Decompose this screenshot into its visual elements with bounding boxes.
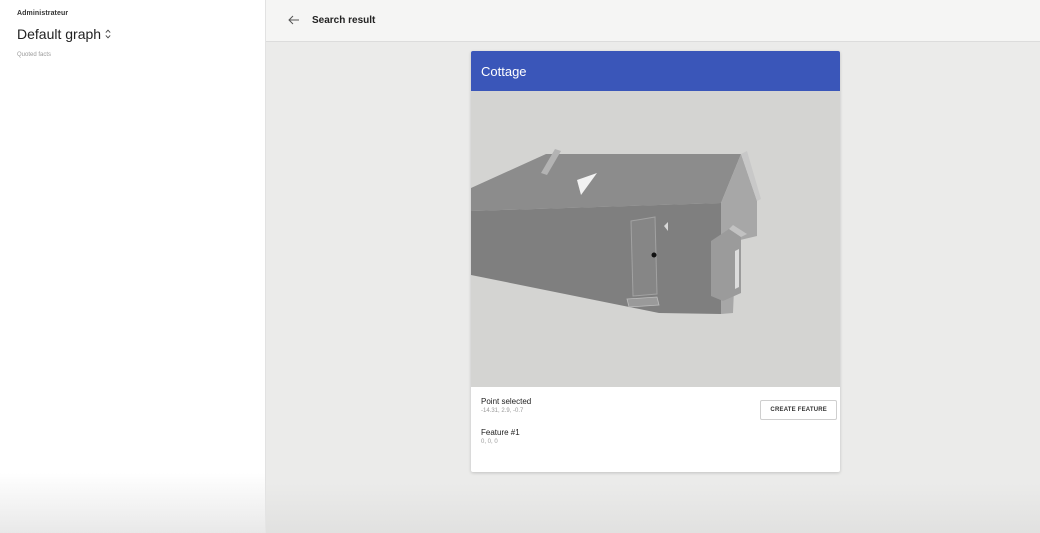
- graph-name: Default graph: [17, 26, 102, 42]
- feature-value: 0, 0, 0: [481, 439, 498, 445]
- top-bar: Search result: [266, 0, 1040, 42]
- feature-item[interactable]: Feature #1 0, 0, 0: [481, 428, 830, 445]
- feature-label: Feature #1: [481, 428, 520, 437]
- card-title: Cottage: [481, 63, 527, 79]
- app-window: Administrateur Default graph Quoted fact…: [0, 0, 1040, 533]
- graph-selector[interactable]: Default graph: [17, 26, 265, 42]
- user-role-label: Administrateur: [17, 10, 69, 17]
- page-title: Search result: [312, 15, 376, 26]
- create-feature-button[interactable]: CREATE FEATURE: [760, 400, 837, 420]
- card-header: Cottage: [471, 51, 840, 91]
- result-card: Cottage Point selected -14.31, 2.9, -0.7…: [471, 51, 840, 472]
- arrow-left-icon[interactable]: [288, 14, 300, 28]
- unfold-icon: [105, 29, 111, 39]
- sidebar-bottom-fade: [0, 473, 266, 533]
- main-bottom-fade: [266, 483, 1040, 533]
- sidebar: Administrateur Default graph Quoted fact…: [0, 0, 266, 533]
- 3d-model-viewer[interactable]: [471, 91, 840, 387]
- cottage-model: [471, 149, 761, 314]
- main-panel: Search result Cottage Point selected -14…: [266, 0, 1040, 533]
- sidebar-item-quoted-facts[interactable]: Quoted facts: [17, 52, 265, 58]
- card-details: Point selected -14.31, 2.9, -0.7 CREATE …: [471, 387, 840, 455]
